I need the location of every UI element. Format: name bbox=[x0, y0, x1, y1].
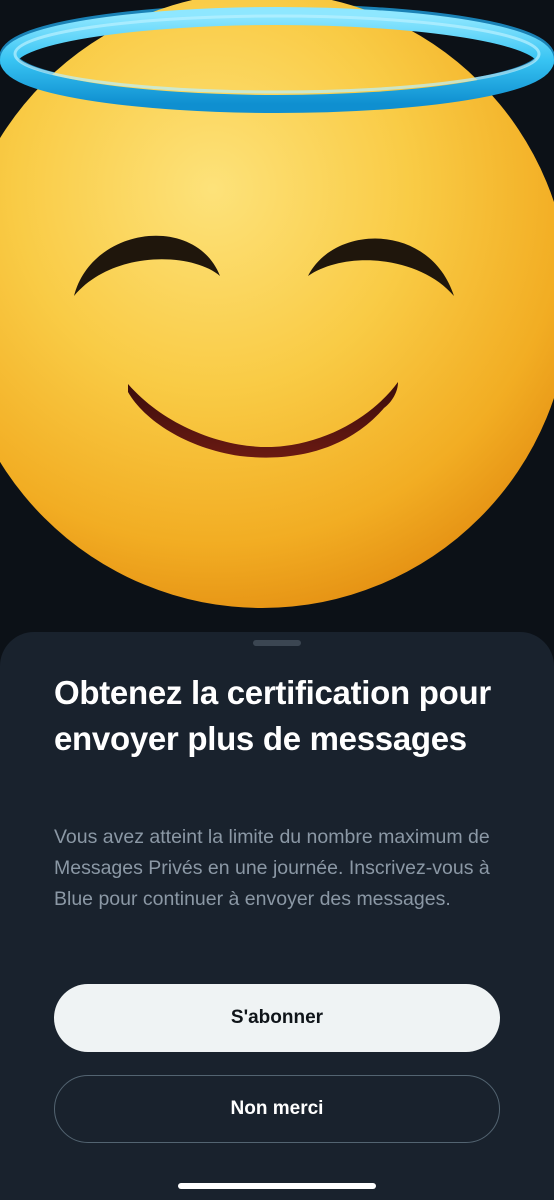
sheet-description: Vous avez atteint la limite du nombre ma… bbox=[54, 826, 490, 910]
no-thanks-button[interactable]: Non merci bbox=[54, 1075, 500, 1143]
hero-illustration bbox=[0, 0, 554, 660]
screen: Obtenez la certification pour envoyer pl… bbox=[0, 0, 554, 1200]
subscription-bottom-sheet: Obtenez la certification pour envoyer pl… bbox=[0, 632, 554, 1200]
sheet-title: Obtenez la certification pour envoyer pl… bbox=[54, 674, 491, 757]
smiling-face-with-halo-icon bbox=[0, 0, 554, 608]
home-indicator[interactable] bbox=[178, 1183, 376, 1189]
no-thanks-button-label: Non merci bbox=[230, 1098, 324, 1119]
subscribe-button[interactable]: S'abonner bbox=[54, 984, 500, 1052]
subscribe-button-label: S'abonner bbox=[230, 1007, 324, 1028]
sheet-drag-handle[interactable] bbox=[253, 640, 301, 646]
